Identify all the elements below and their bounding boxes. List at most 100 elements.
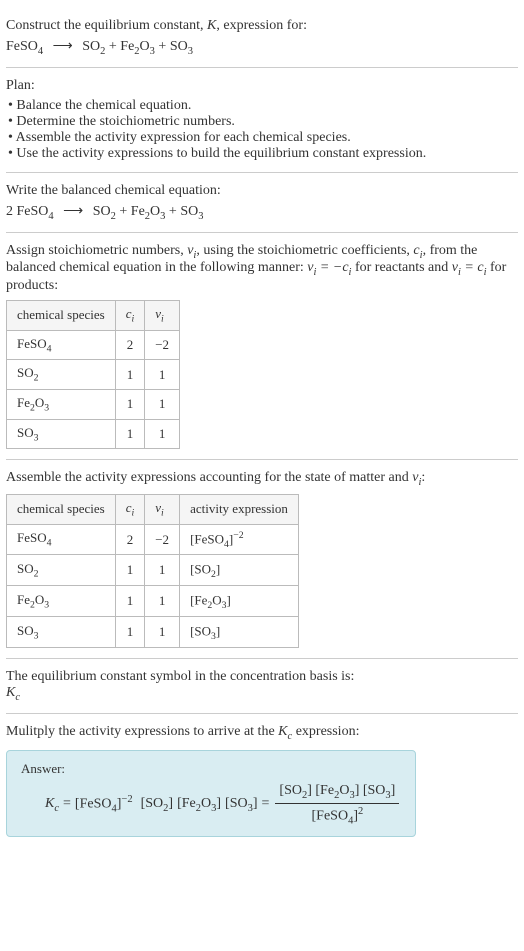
cell-ci: 1 [115,419,145,449]
text: Construct the equilibrium constant, [6,18,207,33]
relation: νi = ci [452,260,487,275]
formula: O [35,592,44,607]
cell-species: Fe2O3 [7,586,116,617]
col-ci: ci [115,494,145,524]
table-header-row: chemical species ci νi [7,301,180,331]
cell-species: Fe2O3 [7,389,116,419]
plus: + [105,39,120,54]
term: [SO2] [141,796,173,814]
nu-symbol: νi [187,243,196,258]
col-ci: ci [115,301,145,331]
formula: SO [93,204,111,219]
term: [FeSO4]−2 [75,794,133,814]
subscript: 3 [34,432,39,443]
cell-nui: −2 [145,524,180,555]
plan-item: • Determine the stoichiometric numbers. [8,114,518,130]
equals: = [63,796,71,812]
cell-ci: 2 [115,330,145,360]
formula: O [35,395,44,410]
k-symbol: K [207,18,216,33]
table-row: Fe2O311[Fe2O3] [7,586,299,617]
cell-nui: 1 [145,389,180,419]
coefficient: 2 [6,204,17,219]
cell-nui: 1 [145,617,180,648]
table-row: SO311 [7,419,180,449]
ae: ] [227,593,231,608]
eq: = − [316,260,342,275]
term: [SO3] [225,796,257,814]
eq: = [461,260,477,275]
subscript: i [132,508,135,519]
table-row: SO311[SO3] [7,617,299,648]
formula: Fe [120,39,134,54]
section-construct: Construct the equilibrium constant, K, e… [6,8,518,68]
subscript: 4 [47,538,52,549]
arrow-icon: ⟶ [63,204,83,219]
text: , expression for: [216,18,307,33]
col-species: chemical species [7,494,116,524]
cell-ci: 1 [115,617,145,648]
subscript: 2 [34,373,39,384]
table-row: FeSO42−2[FeSO4]−2 [7,524,299,555]
unbalanced-equation: FeSO4 ⟶ SO2 + Fe2O3 + SO3 [6,38,518,57]
c-symbol: ci [413,243,422,258]
section-final: Mulitply the activity expressions to arr… [6,714,518,847]
subscript: c [15,692,20,703]
cell-ci: 1 [115,389,145,419]
answer-label: Answer: [21,761,401,777]
formula: SO [180,204,198,219]
cell-species: FeSO4 [7,330,116,360]
cell-activity: [SO3] [180,617,299,648]
formula: SO [82,39,100,54]
activity-table: chemical species ci νi activity expressi… [6,494,299,648]
plus: + [165,204,180,219]
t: O [201,796,211,811]
kc-symbol: Kc [6,685,518,703]
formula: SO [17,425,34,440]
species: Fe2O3 [120,39,155,54]
subscript: 3 [34,631,39,642]
superscript: 2 [358,806,363,817]
species: FeSO4 [17,204,54,219]
plus: + [116,204,131,219]
ae: [SO [190,562,211,577]
formula: O [150,204,160,219]
section-stoich-numbers: Assign stoichiometric numbers, νi, using… [6,233,518,461]
balanced-equation: 2 FeSO4 ⟶ SO2 + Fe2O3 + SO3 [6,203,518,222]
t: ] [168,796,173,811]
formula: SO [17,623,34,638]
plan-item: • Balance the chemical equation. [8,98,518,114]
species: SO3 [170,39,193,54]
plan-list: • Balance the chemical equation. • Deter… [6,98,518,162]
cell-species: SO2 [7,555,116,586]
plan-heading: Plan: [6,78,518,94]
cell-nui: 1 [145,555,180,586]
stoich-table: chemical species ci νi FeSO42−2 SO211 Fe… [6,300,180,449]
subscript: 3 [198,211,203,222]
text: Assign stoichiometric numbers, [6,243,187,258]
plan-item: • Assemble the activity expression for e… [8,130,518,146]
section-balanced: Write the balanced chemical equation: 2 … [6,173,518,233]
formula: Fe [17,592,30,607]
equals: = [262,796,270,812]
text: : [421,470,425,485]
subscript: 4 [38,46,43,57]
cell-species: SO3 [7,617,116,648]
t: [Fe [177,796,196,811]
text: The equilibrium constant symbol in the c… [6,669,518,685]
plan-item: • Use the activity expressions to build … [8,146,518,162]
species: Fe2O3 [131,204,166,219]
cell-activity: [Fe2O3] [180,586,299,617]
formula: FeSO [17,336,47,351]
fraction: [SO2] [Fe2O3] [SO3] [FeSO4]2 [275,783,399,826]
superscript: −2 [121,794,132,805]
cell-species: SO3 [7,419,116,449]
prompt-line-1: Construct the equilibrium constant, K, e… [6,18,518,34]
formula: FeSO [17,204,49,219]
formula: SO [17,365,34,380]
cell-species: FeSO4 [7,524,116,555]
ae: [Fe [190,593,207,608]
species: FeSO4 [6,39,43,54]
subscript: 3 [188,46,193,57]
k: K [45,796,54,811]
